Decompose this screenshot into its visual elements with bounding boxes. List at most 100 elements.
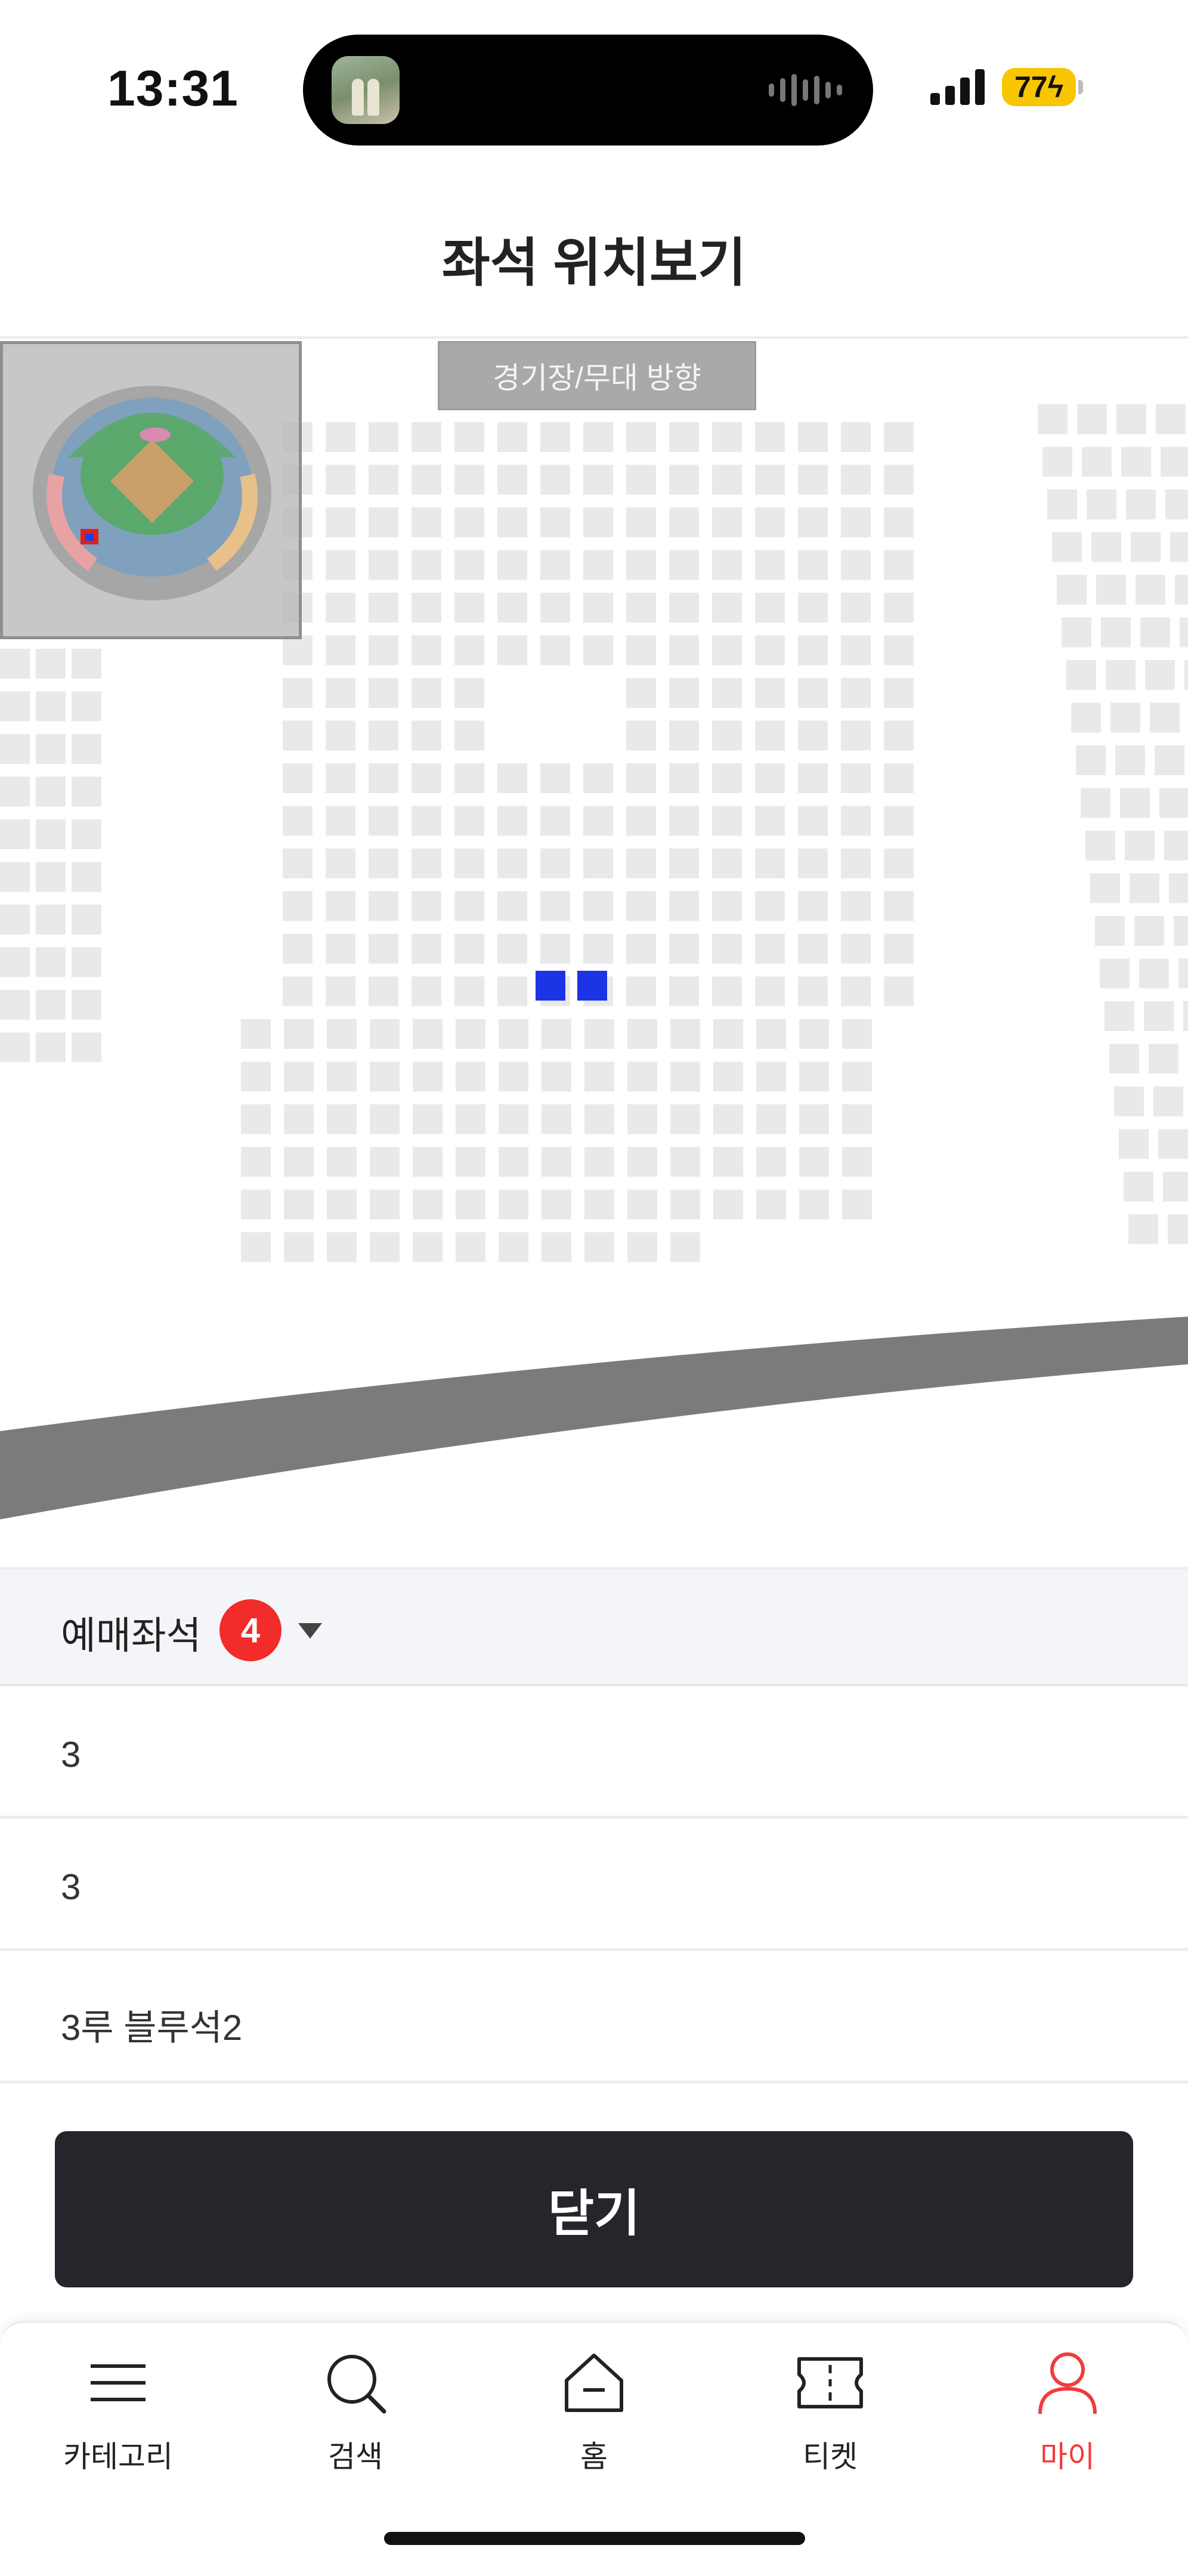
seat[interactable] xyxy=(626,720,656,751)
seat[interactable] xyxy=(1101,617,1131,648)
seat[interactable] xyxy=(798,763,828,793)
seat[interactable] xyxy=(369,635,398,665)
seat[interactable] xyxy=(670,1061,700,1092)
seat[interactable] xyxy=(454,763,484,793)
seat[interactable] xyxy=(884,422,914,452)
seat[interactable] xyxy=(1178,958,1188,989)
seat[interactable] xyxy=(669,763,699,793)
seat[interactable] xyxy=(283,635,313,665)
seat[interactable] xyxy=(669,635,699,665)
seat[interactable] xyxy=(370,1019,400,1049)
seat[interactable] xyxy=(1085,831,1115,860)
seat[interactable] xyxy=(884,507,914,537)
seat[interactable] xyxy=(283,806,313,836)
seat[interactable] xyxy=(1161,447,1188,477)
seat[interactable] xyxy=(540,635,570,665)
seat[interactable] xyxy=(412,593,441,623)
seat[interactable] xyxy=(712,635,742,665)
seat[interactable] xyxy=(884,934,914,964)
seat[interactable] xyxy=(284,1061,314,1092)
seat[interactable] xyxy=(755,806,785,836)
seat[interactable] xyxy=(370,1104,400,1134)
seat[interactable] xyxy=(1038,404,1068,434)
seat[interactable] xyxy=(626,422,656,452)
seat[interactable] xyxy=(712,422,742,452)
seat[interactable] xyxy=(1153,1086,1183,1116)
seat[interactable] xyxy=(842,1147,872,1177)
selected-seat[interactable] xyxy=(536,971,565,1001)
seat[interactable] xyxy=(756,1019,786,1049)
seat[interactable] xyxy=(540,849,570,878)
seat[interactable] xyxy=(755,678,785,708)
seat[interactable] xyxy=(369,934,398,964)
seat[interactable] xyxy=(1110,702,1140,733)
ticket-row[interactable]: 3루 블루석2 xyxy=(0,1951,1188,2083)
seat[interactable] xyxy=(283,720,313,751)
seat[interactable] xyxy=(540,507,570,537)
seat[interactable] xyxy=(584,1190,614,1219)
seat[interactable] xyxy=(0,905,30,934)
seat[interactable] xyxy=(1047,490,1077,519)
seat[interactable] xyxy=(540,891,570,921)
seat[interactable] xyxy=(497,465,527,495)
seat[interactable] xyxy=(626,465,656,495)
seat[interactable] xyxy=(327,1190,357,1219)
seat[interactable] xyxy=(841,849,871,878)
seat[interactable] xyxy=(1042,447,1072,477)
seat[interactable] xyxy=(326,891,355,921)
seat[interactable] xyxy=(542,1232,571,1262)
seat[interactable] xyxy=(326,976,355,1007)
seat[interactable] xyxy=(1139,958,1169,989)
seat[interactable] xyxy=(36,776,66,807)
seat[interactable] xyxy=(283,849,313,878)
seat[interactable] xyxy=(1077,404,1107,434)
seat[interactable] xyxy=(627,1147,657,1177)
seat[interactable] xyxy=(499,1232,528,1262)
seat[interactable] xyxy=(669,550,699,580)
seat[interactable] xyxy=(1128,1214,1158,1244)
seat[interactable] xyxy=(884,806,914,836)
seat[interactable] xyxy=(584,1147,614,1177)
seat[interactable] xyxy=(1096,575,1126,605)
seat[interactable] xyxy=(1168,1214,1188,1244)
seat[interactable] xyxy=(583,635,613,665)
seat-map[interactable]: 경기장/무대 방향 xyxy=(0,339,1188,1567)
seat[interactable] xyxy=(1120,788,1150,818)
seat[interactable] xyxy=(413,1061,443,1092)
seat[interactable] xyxy=(36,862,66,892)
seat[interactable] xyxy=(369,891,398,921)
seat[interactable] xyxy=(1119,1129,1149,1159)
seat[interactable] xyxy=(72,1032,101,1063)
seat[interactable] xyxy=(841,976,871,1007)
seat[interactable] xyxy=(1180,617,1188,648)
seat[interactable] xyxy=(370,1061,400,1092)
seat[interactable] xyxy=(454,806,484,836)
seat[interactable] xyxy=(842,1061,872,1092)
seat[interactable] xyxy=(799,1190,829,1219)
seat[interactable] xyxy=(497,635,527,665)
seat[interactable] xyxy=(584,1061,614,1092)
seat[interactable] xyxy=(584,1232,614,1262)
seat[interactable] xyxy=(798,507,828,537)
seat[interactable] xyxy=(1144,1001,1174,1031)
seat[interactable] xyxy=(1124,1172,1153,1202)
seat[interactable] xyxy=(413,1232,443,1262)
seat[interactable] xyxy=(1066,660,1096,690)
seat[interactable] xyxy=(284,1147,314,1177)
seat[interactable] xyxy=(583,550,613,580)
seat[interactable] xyxy=(499,1104,528,1134)
nav-item-ticket[interactable]: 티켓 xyxy=(735,2347,926,2502)
seat[interactable] xyxy=(326,593,355,623)
seat[interactable] xyxy=(241,1190,271,1219)
seat[interactable] xyxy=(798,635,828,665)
seat[interactable] xyxy=(1170,532,1188,562)
seat[interactable] xyxy=(413,1147,443,1177)
seat[interactable] xyxy=(627,1232,657,1262)
seat[interactable] xyxy=(756,1104,786,1134)
seat[interactable] xyxy=(583,806,613,836)
seat[interactable] xyxy=(283,891,313,921)
seat[interactable] xyxy=(540,934,570,964)
ticket-row[interactable]: 3 xyxy=(0,1686,1188,1819)
seat[interactable] xyxy=(326,720,355,751)
seat[interactable] xyxy=(841,465,871,495)
